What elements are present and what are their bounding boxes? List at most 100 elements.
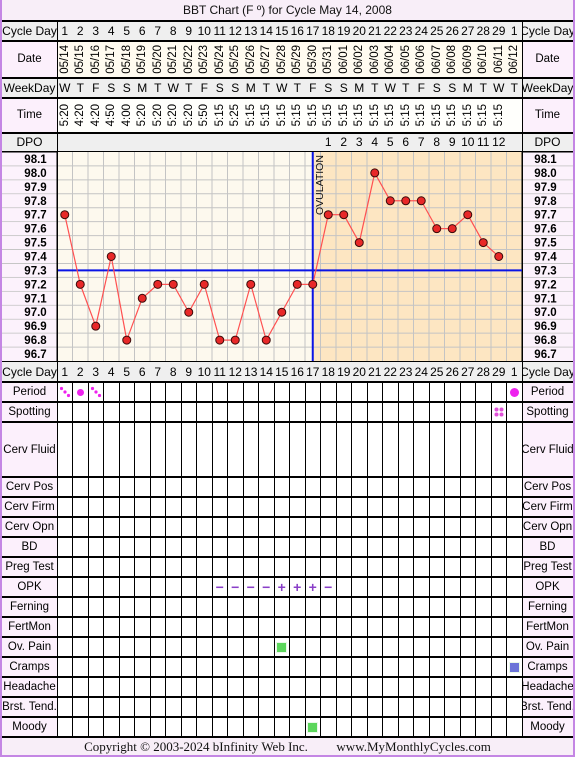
column-divider (366, 618, 368, 636)
time-value: 5:15 (291, 103, 304, 127)
column-divider (444, 518, 445, 536)
column-divider (444, 383, 445, 401)
cycle-day-value: 28 (476, 23, 490, 38)
column-divider (289, 498, 290, 516)
period-mark-day-30[interactable] (507, 383, 523, 401)
column-divider (366, 598, 368, 616)
dpo-cell: 3 (351, 133, 367, 151)
column-divider (475, 383, 476, 401)
column-divider (227, 698, 228, 716)
column-divider (459, 718, 461, 736)
weekday-value: S (448, 80, 457, 95)
time-value: 5:15 (492, 103, 505, 127)
weekday-value: S (432, 80, 441, 95)
weekday-cell: W (382, 78, 398, 97)
cycle-day-cell: 15 (274, 21, 290, 40)
cycle-day-bottom-cell: 14 (258, 362, 274, 381)
date-cell: 06/09 (460, 41, 476, 77)
column-divider (428, 518, 430, 536)
time-value: 5:15 (368, 103, 381, 127)
temperature-chart: 98.1 98.1 98.0 98.0 97.9 97.9 97.8 97.8 97.7 97.7… (2, 152, 573, 361)
column-divider (118, 518, 120, 536)
date-cell: 06/05 (398, 41, 414, 77)
ov-pain-mark-day-15[interactable] (274, 638, 290, 656)
weekday-cell: S (429, 78, 445, 97)
row-divider (2, 20, 573, 22)
column-divider (165, 698, 166, 716)
y-tick-label: 97.2 (24, 279, 46, 291)
cycle-day-value: 6 (138, 23, 146, 38)
column-divider (490, 618, 492, 636)
column-divider (413, 403, 414, 421)
column-divider (180, 538, 182, 556)
cycle-day-bottom-cell: 1 (57, 362, 73, 381)
column-divider (258, 423, 259, 476)
column-divider (242, 678, 244, 696)
column-divider (335, 403, 337, 421)
column-divider (72, 698, 73, 716)
column-divider (118, 598, 120, 616)
dpo-value: 4 (371, 135, 379, 149)
spotting-mark-day-29[interactable] (491, 403, 507, 421)
column-divider (273, 518, 275, 536)
opk-mark-day-16[interactable]: + (290, 578, 306, 596)
weekday-value: F (417, 80, 425, 95)
column-divider (242, 403, 244, 421)
column-divider (304, 618, 306, 636)
period-mark-day-2[interactable] (73, 383, 89, 401)
column-divider (475, 698, 476, 716)
time-value: 4:50 (105, 103, 118, 127)
cycle-day-cell: 22 (382, 21, 398, 40)
period-mark-day-3[interactable] (88, 383, 104, 401)
column-divider (87, 638, 89, 656)
column-divider (211, 698, 213, 716)
row-label-period: Period (2, 383, 57, 401)
column-divider (149, 518, 151, 536)
site-link[interactable]: www.MyMonthlyCycles.com (336, 739, 490, 754)
column-divider (72, 638, 73, 656)
opk-mark-day-15[interactable]: + (274, 578, 290, 596)
column-divider (335, 638, 337, 656)
column-divider (444, 498, 445, 516)
cramps-mark-day-30[interactable] (507, 658, 523, 676)
column-divider (351, 558, 352, 576)
column-divider (428, 578, 430, 596)
cycle-day-value: 13 (244, 23, 258, 38)
opk-mark-day-17[interactable]: + (305, 578, 321, 596)
weekday-value: S (339, 80, 348, 95)
date-cell: 05/28 (274, 41, 290, 77)
date-value: 05/23 (198, 44, 211, 74)
opk-mark-day-14[interactable]: − (259, 578, 275, 596)
cycle-day-value: 17 (306, 23, 320, 38)
column-divider (397, 618, 399, 636)
column-divider (382, 478, 383, 496)
opk-mark-day-11[interactable]: − (212, 578, 228, 596)
opk-mark-day-18[interactable]: − (321, 578, 337, 596)
opk-mark-day-13[interactable]: − (243, 578, 259, 596)
cycle-day-cell: 6 (134, 21, 150, 40)
row-label-brst-tend-right: Brst. Tend. (522, 698, 573, 716)
column-divider (196, 578, 197, 596)
column-divider (382, 598, 383, 616)
y-tick-label: 97.7 (24, 210, 46, 222)
cycle-day-cell: 29 (491, 21, 507, 40)
column-divider (211, 403, 213, 421)
cycle-day-cell: 1 (57, 21, 73, 40)
moody-mark-day-17[interactable] (305, 718, 321, 736)
column-divider (289, 698, 290, 716)
column-divider (165, 658, 166, 676)
row-label-cramps-right: Cramps (522, 658, 573, 676)
row-label-fertmon: FertMon (2, 618, 57, 636)
column-divider (289, 718, 290, 736)
time-cell: 5:15 (367, 98, 383, 132)
column-divider (335, 538, 337, 556)
period-mark-day-1[interactable] (57, 383, 73, 401)
column-divider (382, 383, 383, 401)
opk-mark-day-12[interactable]: − (228, 578, 244, 596)
weekday-value: T (293, 80, 301, 95)
time-cell: 5:15 (382, 98, 398, 132)
column-divider (72, 538, 73, 556)
column-divider (165, 638, 166, 656)
column-divider (304, 638, 306, 656)
cycle-day-value: 24 (414, 23, 428, 38)
